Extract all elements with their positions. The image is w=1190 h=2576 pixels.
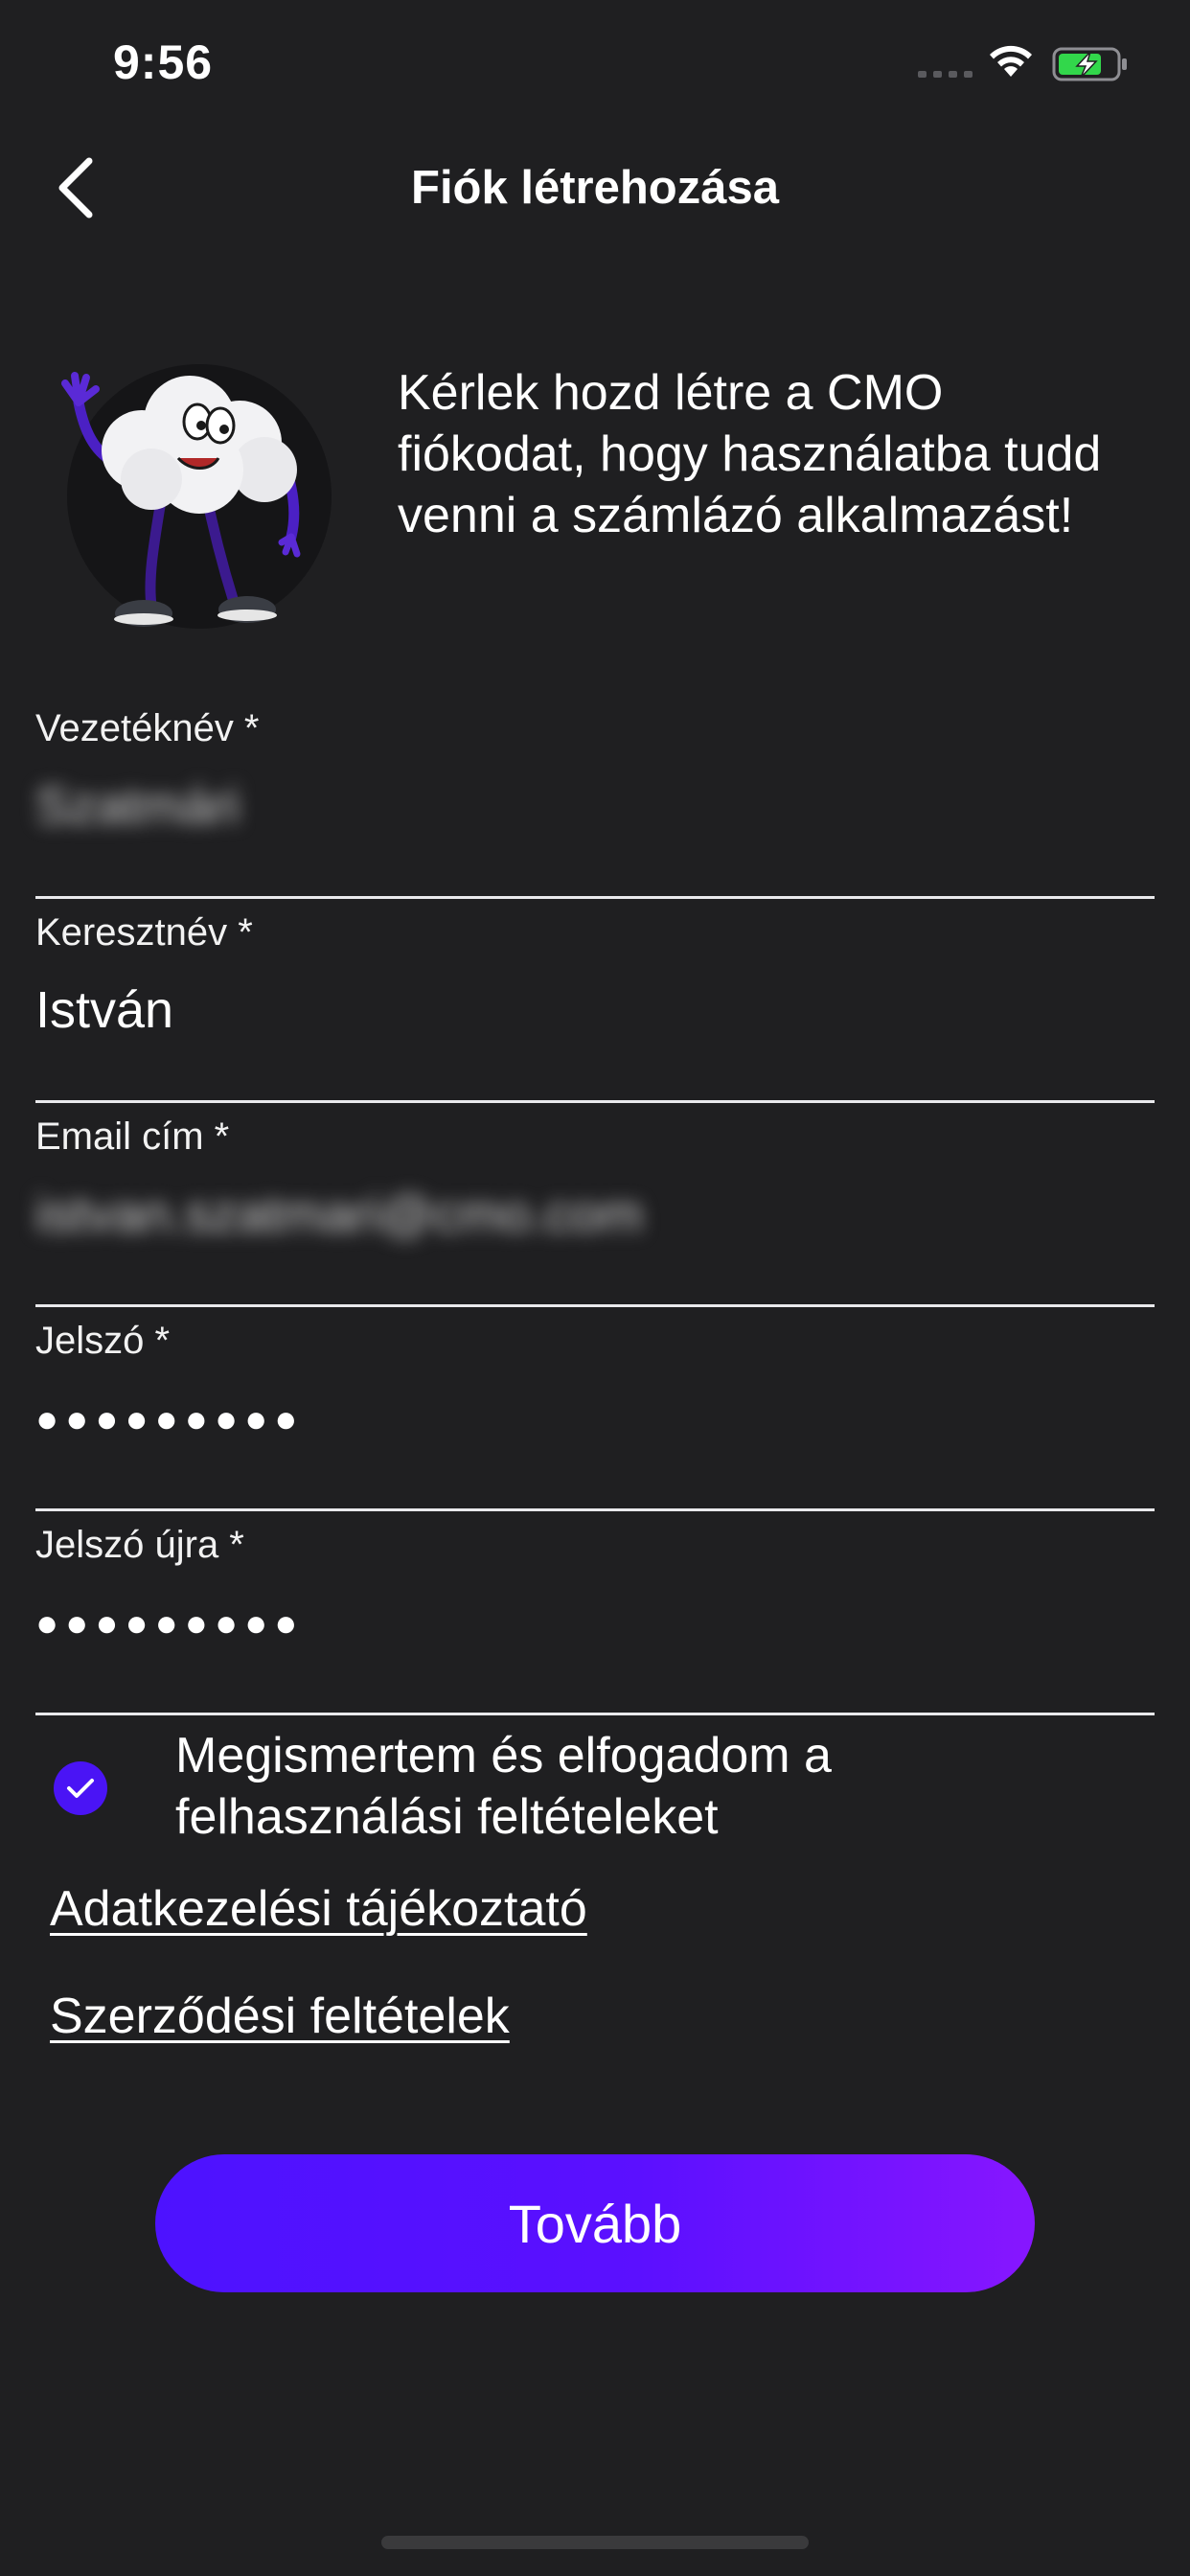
password-field[interactable]: Jelszó * ●●●●●●●●● xyxy=(35,1320,1155,1511)
terms-text: Megismertem és elfogadom a felhasználási… xyxy=(175,1728,832,1845)
status-time: 9:56 xyxy=(113,35,214,89)
cloud-mascot-icon xyxy=(61,364,332,629)
next-button[interactable]: Tovább xyxy=(155,2154,1035,2292)
last-name-label: Vezetéknév * xyxy=(35,707,260,749)
password-confirm-input[interactable]: ●●●●●●●●● xyxy=(35,1602,304,1645)
password-input[interactable]: ●●●●●●●●● xyxy=(35,1398,304,1441)
privacy-policy-link[interactable]: Adatkezelési tájékoztató xyxy=(50,1880,587,1938)
wifi-icon xyxy=(990,45,1032,77)
terms-row[interactable]: Megismertem és elfogadom a felhasználási… xyxy=(35,1725,1155,1850)
first-name-field[interactable]: Keresztnév * István xyxy=(35,911,1155,1103)
email-input[interactable]: istvan.szatmari@cmo.com xyxy=(35,1184,643,1244)
battery-charging-icon xyxy=(1052,47,1127,81)
email-label: Email cím * xyxy=(35,1116,230,1158)
email-field[interactable]: Email cím * istvan.szatmari@cmo.com xyxy=(35,1116,1155,1307)
terms-checkbox[interactable] xyxy=(54,1761,107,1815)
last-name-field[interactable]: Vezetéknév * Szatmári xyxy=(35,707,1155,899)
page-title: Fiók létrehozása xyxy=(411,162,779,214)
intro-text: Kérlek hozd létre a CMO fiókodat, hogy h… xyxy=(398,365,1102,543)
password-confirm-field[interactable]: Jelszó újra * ●●●●●●●●● xyxy=(35,1524,1155,1715)
first-name-input[interactable]: István xyxy=(35,980,173,1040)
home-indicator[interactable] xyxy=(381,2536,809,2549)
contract-terms-link[interactable]: Szerződési feltételek xyxy=(50,1988,510,2045)
first-name-label: Keresztnév * xyxy=(35,911,253,954)
checkmark-icon xyxy=(67,1779,94,1798)
password-label: Jelszó * xyxy=(35,1320,171,1362)
signal-dots-icon xyxy=(918,71,973,78)
password-confirm-label: Jelszó újra * xyxy=(35,1524,244,1566)
last-name-input[interactable]: Szatmári xyxy=(35,776,240,836)
